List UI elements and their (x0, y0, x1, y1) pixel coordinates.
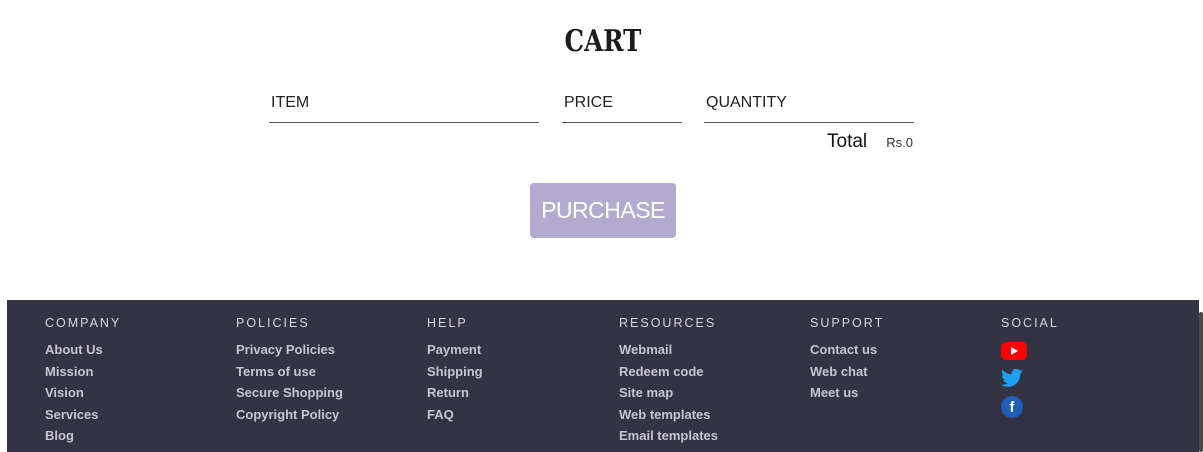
footer-link-webmail[interactable]: Webmail (619, 339, 718, 361)
footer-heading-support: SUPPORT (810, 316, 885, 330)
footer-link-site-map[interactable]: Site map (619, 382, 718, 404)
cart-page: CART ITEM PRICE QUANTITY Total Rs.0 PURC… (7, 0, 1199, 452)
footer-heading-policies: POLICIES (236, 316, 310, 330)
footer-link-mission[interactable]: Mission (45, 361, 121, 383)
footer-column-resources: RESOURCES Webmail Redeem code Site map W… (619, 315, 718, 447)
footer-link-services[interactable]: Services (45, 404, 121, 426)
cart-column-price: PRICE (562, 94, 682, 123)
footer-column-support: SUPPORT Contact us Web chat Meet us (810, 315, 884, 404)
footer-column-help: HELP Payment Shipping Return FAQ (427, 315, 483, 425)
footer-column-social: SOCIAL f (1001, 315, 1059, 424)
purchase-button[interactable]: PURCHASE (530, 183, 676, 238)
cart-total: Total Rs.0 (827, 131, 913, 155)
column-header-quantity: QUANTITY (706, 94, 787, 111)
site-footer: COMPANY About Us Mission Vision Services… (7, 300, 1199, 452)
twitter-bird-glyph (1001, 368, 1023, 387)
cart-column-quantity: QUANTITY (704, 94, 914, 123)
footer-link-shipping[interactable]: Shipping (427, 361, 483, 383)
facebook-icon[interactable]: f (1001, 396, 1029, 418)
footer-heading-help: HELP (427, 316, 468, 330)
footer-column-policies: POLICIES Privacy Policies Terms of use S… (236, 315, 343, 425)
footer-link-copyright-policy[interactable]: Copyright Policy (236, 404, 343, 426)
footer-link-return[interactable]: Return (427, 382, 483, 404)
footer-link-email-templates[interactable]: Email templates (619, 425, 718, 447)
footer-column-company: COMPANY About Us Mission Vision Services… (45, 315, 121, 447)
column-header-price: PRICE (564, 94, 613, 111)
twitter-icon[interactable] (1001, 368, 1029, 390)
scrollbar-track[interactable] (1199, 0, 1203, 452)
footer-link-redeem-code[interactable]: Redeem code (619, 361, 718, 383)
page-title: CART (564, 24, 642, 59)
youtube-icon[interactable] (1001, 340, 1029, 362)
footer-link-contact-us[interactable]: Contact us (810, 339, 884, 361)
footer-link-payment[interactable]: Payment (427, 339, 483, 361)
footer-link-web-templates[interactable]: Web templates (619, 404, 718, 426)
footer-link-blog[interactable]: Blog (45, 425, 121, 447)
footer-heading-resources: RESOURCES (619, 316, 717, 330)
footer-heading-company: COMPANY (45, 316, 122, 330)
facebook-glyph: f (1001, 396, 1023, 418)
footer-link-meet-us[interactable]: Meet us (810, 382, 884, 404)
column-header-item: ITEM (271, 94, 310, 111)
footer-link-privacy-policies[interactable]: Privacy Policies (236, 339, 343, 361)
scrollbar-thumb[interactable] (1199, 312, 1203, 452)
footer-link-about-us[interactable]: About Us (45, 339, 121, 361)
total-value: Rs.0 (886, 135, 913, 150)
footer-link-vision[interactable]: Vision (45, 382, 121, 404)
footer-link-faq[interactable]: FAQ (427, 404, 483, 426)
footer-heading-social: SOCIAL (1001, 316, 1059, 330)
total-label: Total (827, 131, 868, 152)
footer-link-secure-shopping[interactable]: Secure Shopping (236, 382, 343, 404)
cart-column-item: ITEM (269, 94, 539, 123)
footer-link-terms-of-use[interactable]: Terms of use (236, 361, 343, 383)
footer-link-web-chat[interactable]: Web chat (810, 361, 884, 383)
